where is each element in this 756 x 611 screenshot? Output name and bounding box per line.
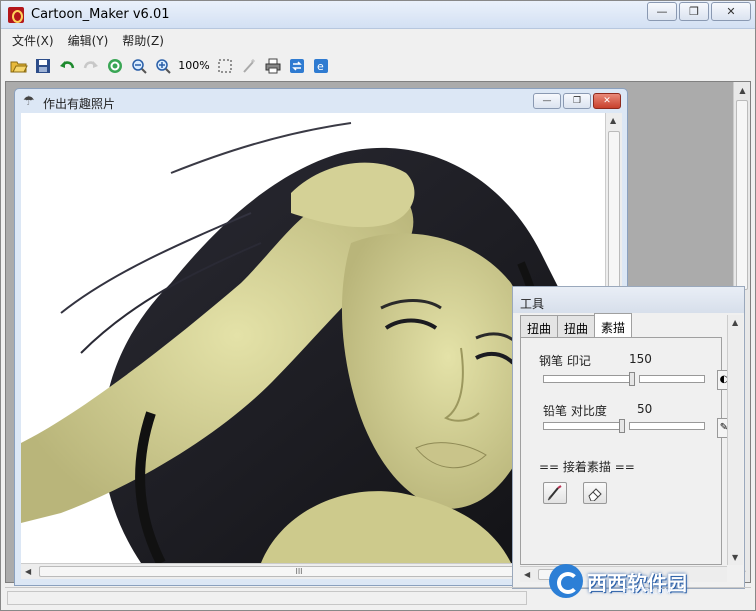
sketch-eraser-button[interactable] [583,482,607,504]
close-button[interactable]: ✕ [711,2,751,21]
menu-file[interactable]: 文件(X) [5,32,61,49]
tool-panel: 工具 扭曲 扭曲 素描 钢笔 印记 150 ◐ 铅笔 对比度 50 ✎ == 接… [512,286,745,589]
pencil-contrast-label: 铅笔 对比度 [543,404,607,418]
web-button[interactable]: e [309,54,333,77]
brush-icon [547,485,562,501]
canvas-vscroll-thumb[interactable] [608,131,620,291]
save-icon [36,58,50,73]
pencil-contrast-slider[interactable] [543,419,625,433]
save-button[interactable] [31,54,55,77]
workspace-scroll-thumb[interactable] [736,100,748,290]
undo-button[interactable] [55,54,79,77]
app-window: Cartoon_Maker v6.01 — ❐ ✕ 文件(X) 编辑(Y) 帮助… [0,0,756,611]
convert-button[interactable] [285,54,309,77]
pen-imprint-slider-knob[interactable] [629,372,635,386]
internet-explorer-icon: e [314,58,328,73]
tool-panel-title[interactable]: 工具 [513,287,744,313]
redo-icon [83,60,98,68]
document-title-bar[interactable]: ☂ 作出有趣照片 — ❐ ✕ [15,89,627,113]
canvas-hscroll-thumb[interactable]: III [39,566,559,577]
window-controls: — ❐ ✕ [645,2,751,21]
menu-edit[interactable]: 编辑(Y) [61,32,116,49]
canvas-scroll-left-icon[interactable]: ◀ [25,567,31,576]
zoom-out-icon [132,58,147,74]
menu-help[interactable]: 帮助(Z) [115,32,171,49]
magic-wand-icon [243,58,255,73]
tab-distort-1[interactable]: 扭曲 [520,315,559,337]
menu-bar: 文件(X) 编辑(Y) 帮助(Z) [5,30,751,50]
tool-panel-vertical-scrollbar[interactable]: ▲ ▼ [727,315,743,565]
pen-imprint-slider-right[interactable] [639,375,705,383]
sketch-heading: == 接着素描 == [539,460,635,474]
print-button[interactable] [261,54,285,77]
watermark: 西西软件园 CR173.COM [549,561,749,601]
scroll-up-arrow-icon[interactable]: ▲ [734,82,751,99]
watermark-logo [549,564,583,598]
zoom-in-button[interactable] [151,54,175,77]
open-button[interactable] [7,54,31,77]
select-icon [218,59,232,72]
pen-imprint-slider[interactable] [543,372,635,386]
minimize-button[interactable]: — [647,2,677,21]
watermark-subtext: CR173.COM [623,587,671,596]
document-close-button[interactable]: ✕ [593,93,621,109]
eraser-icon [588,488,602,501]
sketch-brush-button[interactable] [543,482,567,504]
pen-imprint-value: 150 [629,352,652,366]
zoom-level[interactable]: 100% [175,54,213,77]
svg-text:e: e [317,60,324,73]
pencil-contrast-slider-right[interactable] [629,422,705,430]
document-title: 作出有趣照片 [43,97,116,111]
redo-button[interactable] [79,54,103,77]
tab-distort-2[interactable]: 扭曲 [557,315,596,337]
open-icon [10,61,28,72]
refresh-button[interactable] [103,54,127,77]
zoom-in-icon [156,58,171,74]
document-minimize-button[interactable]: — [533,93,561,109]
refresh-icon [108,58,122,73]
maximize-button[interactable]: ❐ [679,2,709,21]
canvas-scroll-up-icon[interactable]: ▲ [610,116,616,125]
pencil-contrast-value: 50 [637,402,653,416]
tool-scroll-left-icon[interactable]: ◀ [524,570,530,579]
tool-tabs: 扭曲 扭曲 素描 [520,313,633,337]
status-cell-main [7,591,527,605]
title-bar[interactable]: Cartoon_Maker v6.01 — ❐ ✕ [1,1,755,29]
pen-imprint-label: 钢笔 印记 [539,354,591,368]
magic-wand-button[interactable] [237,54,261,77]
document-restore-button[interactable]: ❐ [563,93,591,109]
convert-icon [290,58,304,73]
toolbar: 100% e [7,53,333,78]
app-title: Cartoon_Maker v6.01 [31,7,170,22]
pencil-contrast-slider-knob[interactable] [619,419,625,433]
undo-icon [60,60,75,68]
document-icon: ☂ [23,94,35,109]
tool-scroll-up-icon[interactable]: ▲ [732,318,738,327]
print-icon [265,58,281,73]
zoom-out-button[interactable] [127,54,151,77]
app-logo-icon [8,7,24,23]
select-button[interactable] [213,54,237,77]
tab-sketch[interactable]: 素描 [594,313,633,337]
sketch-tab-content: 钢笔 印记 150 ◐ 铅笔 对比度 50 ✎ == 接着素描 == [520,337,731,565]
document-window-controls: — ❐ ✕ [531,93,621,109]
